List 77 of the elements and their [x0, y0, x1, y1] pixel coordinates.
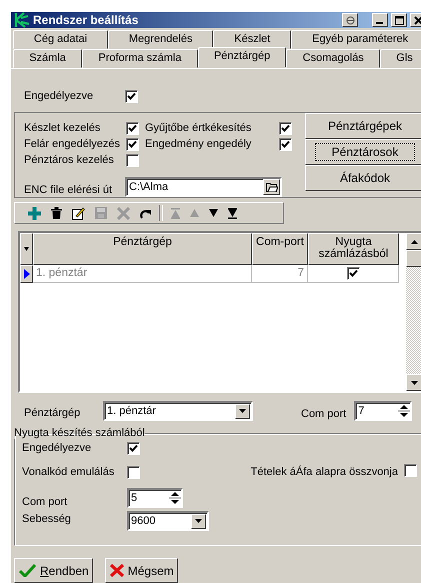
column-menu-button[interactable]: [20, 233, 33, 265]
enabled-label: Engedélyezve: [24, 90, 94, 102]
down-arrow-icon[interactable]: [411, 380, 418, 384]
option-label: Engedmény engedély: [144, 138, 252, 150]
tab[interactable]: Gls: [380, 49, 421, 68]
cross-icon: [110, 564, 124, 577]
table-cell: 7: [252, 265, 308, 283]
tab[interactable]: Egyéb paraméterek: [291, 30, 421, 49]
caret-icon[interactable]: [195, 519, 202, 523]
barcode-label: Vonalkód emulálás: [22, 466, 116, 478]
edit-icon[interactable]: [72, 206, 85, 220]
option-label: Gyűjtőbe értkékesítés: [144, 122, 252, 134]
column-header[interactable]: Com-port: [252, 233, 308, 265]
tab[interactable]: Proforma számla: [82, 49, 198, 68]
check-icon: [19, 564, 36, 577]
speed-label: Sebesség: [22, 513, 72, 525]
checkbox[interactable]: [346, 267, 360, 280]
com-port-spinner[interactable]: 5: [127, 488, 183, 508]
up-arrow-icon[interactable]: [411, 240, 418, 244]
trash-icon[interactable]: [51, 207, 62, 219]
scroll-thumb[interactable]: [406, 250, 421, 267]
column-header[interactable]: Pénztárgép: [33, 233, 252, 265]
up-down-arrows-icon[interactable]: [398, 403, 410, 419]
tab[interactable]: Pénztárgép: [198, 47, 286, 67]
dropdown-button[interactable]: [235, 404, 250, 418]
column-header[interactable]: Nyugta számlázásból: [308, 233, 399, 265]
group-title: Nyugta készítés számlából: [14, 427, 145, 439]
checkbox[interactable]: [404, 464, 417, 477]
circle-minus-icon[interactable]: [346, 16, 354, 24]
option-label: Készlet kezelés: [24, 122, 102, 134]
refresh-icon[interactable]: [140, 208, 151, 218]
cash-register-dropdown[interactable]: 1. pénztár: [103, 401, 253, 421]
last-icon[interactable]: [228, 208, 237, 218]
tab[interactable]: Cég adatai: [13, 30, 108, 49]
com-port-label: Com port: [22, 496, 68, 508]
cash-register-label: Pénztárgép: [24, 407, 82, 419]
checkbox[interactable]: [279, 138, 292, 150]
enc-path-label: ENC file elérési út: [24, 184, 114, 196]
speed-dropdown[interactable]: 9600: [127, 511, 209, 531]
caret-icon[interactable]: [24, 247, 29, 251]
down-triangle-icon[interactable]: [209, 209, 218, 217]
checkbox[interactable]: [126, 138, 139, 150]
pin-button[interactable]: [342, 13, 358, 27]
option-label: Felár engedélyezés: [24, 138, 122, 150]
enc-path-field[interactable]: C:\Alma: [125, 177, 282, 197]
side-button[interactable]: Áfakódok: [305, 165, 421, 191]
com-port-label: Com port: [301, 408, 346, 420]
checkbox[interactable]: [279, 122, 292, 134]
window-title: Rendszer beállítás: [33, 13, 140, 27]
folder-icon[interactable]: [266, 182, 278, 192]
side-button[interactable]: Pénztárgépek: [305, 113, 421, 139]
tab[interactable]: Csomagolás: [286, 49, 380, 68]
checkbox[interactable]: [126, 154, 139, 166]
tab[interactable]: Számla: [13, 49, 82, 68]
app-logo-icon: [14, 12, 30, 28]
dropdown-button[interactable]: [191, 514, 206, 528]
vat-label: Tételek áÁfa alapra összvonja: [250, 466, 398, 478]
checkbox[interactable]: [127, 442, 140, 454]
option-label: Pénztáros kezelés: [24, 154, 115, 166]
enabled-label: Engedélyezve: [22, 442, 92, 454]
checkbox[interactable]: [125, 90, 138, 102]
table-cell: 1. pénztár: [33, 265, 252, 283]
checkbox[interactable]: [126, 122, 139, 134]
close-icon[interactable]: [414, 16, 421, 24]
side-button[interactable]: Pénztárosok: [305, 139, 421, 165]
row-indicator[interactable]: [20, 265, 33, 283]
cancel-button[interactable]: Mégsem: [104, 558, 178, 583]
com-port-spinner[interactable]: 7: [354, 401, 412, 421]
up-down-arrows-icon[interactable]: [169, 490, 181, 506]
add-icon[interactable]: [28, 206, 41, 220]
maximize-button[interactable]: [391, 13, 407, 27]
maximize-icon[interactable]: [394, 16, 404, 24]
caret-icon[interactable]: [239, 409, 246, 413]
checkbox[interactable]: [127, 466, 140, 478]
ok-button[interactable]: Rendben: [14, 558, 93, 583]
scrollbar[interactable]: [406, 233, 421, 391]
minimize-button[interactable]: [372, 13, 388, 27]
